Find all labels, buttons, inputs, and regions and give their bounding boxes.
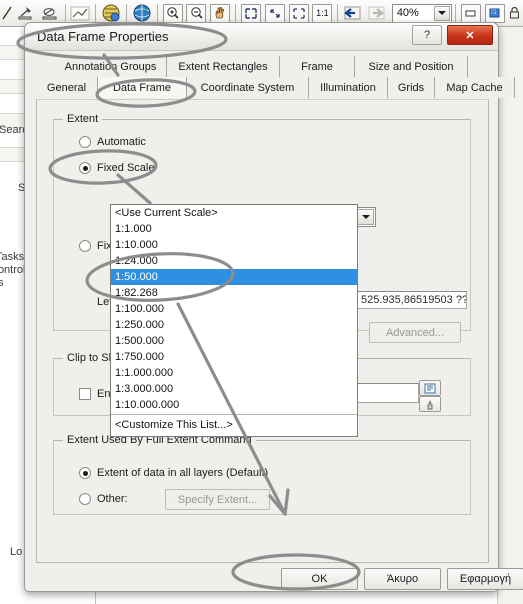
tab-size-and-position[interactable]: Size and Position [355, 56, 468, 77]
tab-map-cache[interactable]: Map Cache [435, 77, 515, 98]
map-scale-combo[interactable]: 40% [391, 3, 452, 23]
radio-automatic-label: Automatic [97, 136, 146, 148]
dialog-footer: OK Άκυρο Εφαρμογή [25, 568, 523, 593]
chevron-down-icon[interactable] [433, 5, 450, 21]
measure-icon[interactable] [1, 2, 13, 25]
tab-annotation-groups[interactable]: Annotation Groups [55, 56, 167, 77]
radio-extent-other[interactable]: Other: [79, 493, 128, 505]
dropdown-item-customize[interactable]: <Customize This List...> [111, 417, 357, 433]
map-scale-value: 40% [396, 7, 419, 19]
dropdown-item[interactable]: 1:750.000 [111, 349, 357, 365]
radio-extent-of-data[interactable]: Extent of data in all layers (Default) [79, 467, 268, 479]
apply-button[interactable]: Εφαρμογή [447, 568, 523, 590]
dropdown-item[interactable]: 1:10.000 [111, 237, 357, 253]
radio-extent-of-data-label: Extent of data in all layers (Default) [97, 467, 269, 479]
toolbar-separator [337, 3, 339, 23]
dropdown-item[interactable]: 1:10.000.000 [111, 397, 357, 413]
screen-root: Search Se Tasks Control s Lo [0, 0, 523, 604]
close-button[interactable]: ✕ [447, 25, 493, 45]
dropdown-item[interactable]: <Use Current Scale> [111, 205, 357, 221]
dropdown-item[interactable]: 1:1.000.000 [111, 365, 357, 381]
dropdown-item[interactable]: 1:100.000 [111, 301, 357, 317]
radio-automatic[interactable]: Automatic [79, 136, 146, 148]
radio-extent-other-label: Other: [97, 493, 128, 505]
dropdown-item[interactable]: 1:3.000.000 [111, 381, 357, 397]
specify-extent-button[interactable]: Specify Extent... [165, 489, 270, 510]
extent-group-label: Extent [63, 113, 103, 125]
tab-grids[interactable]: Grids [388, 77, 435, 98]
dialog-titlebar[interactable]: Data Frame Properties ? ✕ [25, 23, 498, 51]
radio-fixed-extent-dot [79, 240, 91, 252]
toolbar-separator [235, 3, 237, 23]
radio-extent-of-data-dot [79, 467, 91, 479]
background-right-strip [497, 27, 523, 604]
tab-data-frame[interactable]: Data Frame [98, 77, 187, 98]
dropdown-item[interactable]: 1:82.268 [111, 285, 357, 301]
cancel-button[interactable]: Άκυρο [364, 568, 441, 590]
toolbar-separator [156, 3, 158, 23]
tab-row-top: Annotation Groups Extent Rectangles Fram… [36, 56, 489, 77]
radio-fixed-scale-dot [79, 162, 91, 174]
bg-s-label: s [0, 277, 4, 289]
dropdown-item-selected[interactable]: 1:50.000 [111, 269, 357, 285]
dropdown-item[interactable]: 1:24.000 [111, 253, 357, 269]
dropdown-separator [111, 414, 357, 415]
toolbar-separator [126, 3, 127, 23]
radio-extent-other-dot [79, 493, 91, 505]
checkbox-enable-clip-box [79, 388, 91, 400]
dropdown-item[interactable]: 1:1.000 [111, 221, 357, 237]
bg-control-label: Control [0, 264, 26, 276]
shape-options-icon[interactable] [419, 396, 441, 412]
radio-fixed-scale[interactable]: Fixed Scale [79, 162, 154, 174]
tab-frame[interactable]: Frame [280, 56, 355, 77]
tab-general[interactable]: General [36, 77, 98, 98]
toolbar-separator [95, 3, 97, 23]
extent-right-field[interactable]: 525.935,86519503 ?? [357, 291, 467, 309]
specify-shape-icon[interactable] [419, 380, 441, 396]
bg-tasks-label: Tasks [0, 251, 25, 263]
tab-coordinate-system[interactable]: Coordinate System [187, 77, 309, 98]
ok-button[interactable]: OK [281, 568, 358, 590]
bg-lo-label: Lo [10, 546, 23, 558]
tab-extent-rectangles[interactable]: Extent Rectangles [167, 56, 280, 77]
radio-automatic-dot [79, 136, 91, 148]
tab-row-bottom: General Data Frame Coordinate System Ill… [36, 77, 515, 98]
lock-icon[interactable] [508, 2, 523, 25]
tab-strip: Annotation Groups Extent Rectangles Fram… [36, 56, 515, 100]
toolbar-separator [454, 3, 456, 23]
help-button[interactable]: ? [412, 25, 442, 45]
radio-fixed-scale-label: Fixed Scale [97, 162, 155, 174]
dropdown-item[interactable]: 1:250.000 [111, 317, 357, 333]
toolbar-separator [64, 3, 66, 23]
advanced-button[interactable]: Advanced... [369, 322, 461, 343]
tab-illumination[interactable]: Illumination [309, 77, 388, 98]
dialog-title: Data Frame Properties [37, 29, 169, 44]
fixed-scale-dropdown-list[interactable]: <Use Current Scale> 1:1.000 1:10.000 1:2… [110, 204, 358, 437]
dropdown-item[interactable]: 1:500.000 [111, 333, 357, 349]
chevron-down-icon[interactable] [357, 209, 374, 225]
